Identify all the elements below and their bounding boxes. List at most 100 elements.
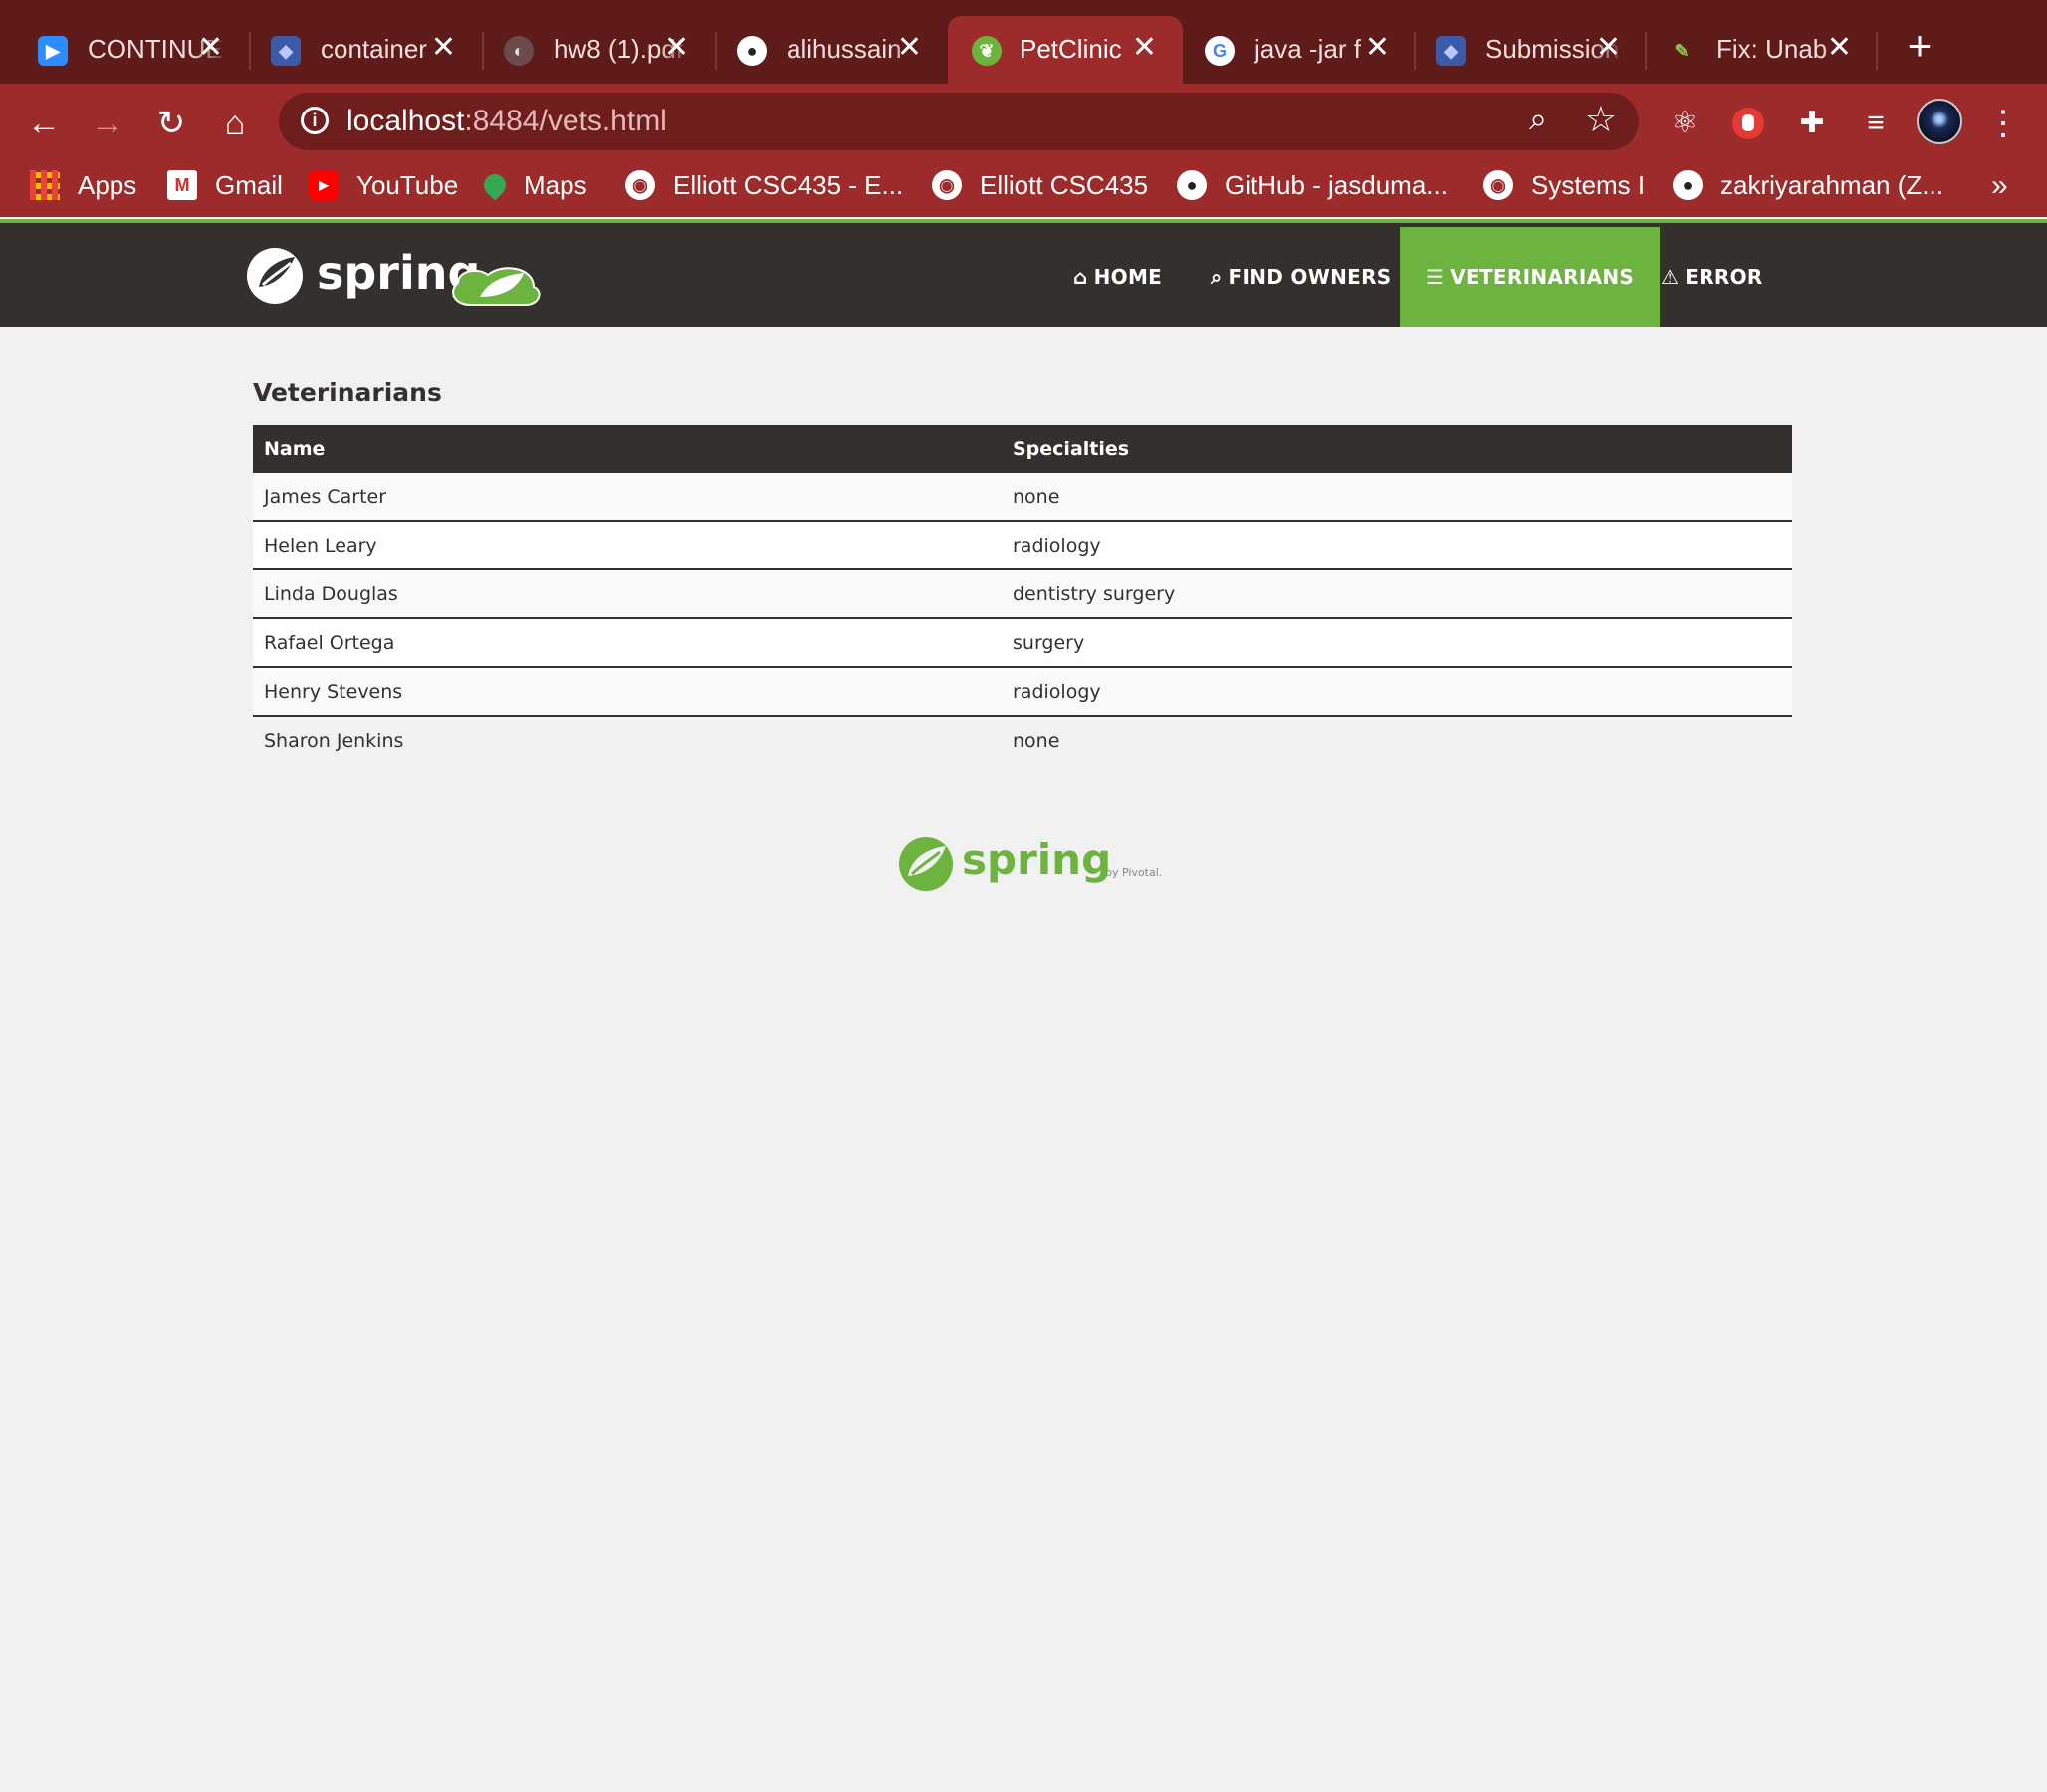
- browser-tab[interactable]: ◐ hw8 (1).pdf ✕: [466, 16, 715, 84]
- github-icon: ●: [737, 36, 767, 66]
- main-content: Veterinarians Name Specialties James Car…: [253, 378, 1792, 764]
- close-icon[interactable]: ✕: [1596, 30, 1621, 65]
- bookmark-label: Apps: [78, 169, 137, 200]
- bookmark-elliott-2[interactable]: ◉ Elliott CSC435: [932, 165, 1148, 205]
- vet-specialties: none: [1013, 729, 1060, 752]
- bookmark-label: Elliott CSC435 - E...: [673, 169, 904, 200]
- nav-error[interactable]: ⚠ ERROR: [1661, 227, 1763, 327]
- nav-label: FIND OWNERS: [1228, 265, 1392, 289]
- info-icon[interactable]: i: [301, 107, 329, 134]
- nav-find-owners[interactable]: ⌕ FIND OWNERS: [1211, 227, 1391, 327]
- apps-grid-icon: [30, 170, 60, 200]
- gmail-icon: M: [167, 170, 197, 200]
- kebab-menu-icon[interactable]: ⋮: [1981, 102, 2025, 145]
- browser-tab[interactable]: ◆ Submission ✕: [1398, 16, 1647, 84]
- vet-name: James Carter: [253, 473, 1002, 522]
- table-row: Henry Stevens radiology: [253, 667, 1792, 717]
- adblock-hand-icon[interactable]: [1726, 102, 1770, 145]
- reload-icon[interactable]: ↻: [149, 102, 193, 145]
- vet-specialties: surgery: [1002, 618, 1792, 668]
- feather-icon: ✎: [1674, 40, 1690, 61]
- new-tab-button[interactable]: +: [1900, 25, 1939, 67]
- home-icon[interactable]: ⌂: [213, 102, 257, 145]
- close-icon[interactable]: ✕: [897, 30, 922, 65]
- globe-icon: ◉: [932, 170, 962, 200]
- bookmark-label: zakriyarahman (Z...: [1720, 169, 1943, 200]
- media-queue-icon[interactable]: ≡: [1854, 102, 1898, 145]
- close-icon[interactable]: ✕: [1365, 30, 1390, 65]
- table-row: Linda Douglas dentistry surgery: [253, 569, 1792, 619]
- browser-tab[interactable]: G java -jar f ✕: [1167, 16, 1416, 84]
- tab-separator: [1876, 32, 1878, 70]
- bookmark-systems[interactable]: ◉ Systems I: [1483, 165, 1645, 205]
- close-icon[interactable]: ✕: [664, 30, 689, 65]
- close-icon[interactable]: ✕: [431, 30, 456, 65]
- bookmark-zakriyarahman[interactable]: ● zakriyarahman (Z...: [1673, 165, 1943, 205]
- vet-specialties: radiology: [1002, 667, 1792, 717]
- table-row: James Carter none: [253, 473, 1792, 522]
- bookmark-maps[interactable]: Maps: [479, 165, 587, 205]
- nav-label: HOME: [1093, 265, 1163, 289]
- vet-name: Henry Stevens: [253, 667, 1002, 717]
- browser-tab-strip: ▶ CONTINUE ✕ ◆ container ✕ ◐ hw8 (1).pdf…: [0, 0, 2047, 84]
- github-icon: ●: [1177, 170, 1207, 200]
- search-icon: ⌕: [1211, 265, 1223, 289]
- bookmark-label: YouTube: [356, 169, 459, 200]
- profile-avatar[interactable]: [1917, 99, 1962, 144]
- browser-tab-active[interactable]: ❦ PetClinic ✕: [948, 16, 1183, 84]
- vet-name: Rafael Ortega: [253, 618, 1002, 668]
- zoom-icon: ▶: [38, 36, 68, 66]
- browser-tab[interactable]: ◆ container ✕: [233, 16, 482, 84]
- address-bar[interactable]: i localhost:8484/vets.html ⌕ ☆: [279, 93, 1639, 150]
- react-atom-icon[interactable]: ⚛: [1663, 102, 1706, 145]
- close-icon[interactable]: ✕: [198, 30, 223, 65]
- bookmark-gmail[interactable]: M Gmail: [167, 165, 283, 205]
- browser-tab[interactable]: ✎ Fix: Unab ✕: [1629, 16, 1878, 84]
- maps-pin-icon: [479, 169, 511, 201]
- bookmark-youtube[interactable]: ▶ YouTube: [309, 165, 458, 205]
- globe-icon: ◐: [504, 36, 534, 66]
- vet-name: Linda Douglas: [253, 569, 1002, 619]
- nav-veterinarians[interactable]: ☰ VETERINARIANS: [1400, 227, 1661, 327]
- bookmark-apps[interactable]: Apps: [30, 165, 136, 205]
- spring-leaf-icon: ❦: [972, 36, 1002, 66]
- url-text[interactable]: localhost:8484/vets.html: [346, 105, 667, 138]
- svg-text:by Pivotal.: by Pivotal.: [1105, 866, 1162, 879]
- forward-arrow-icon[interactable]: →: [86, 102, 129, 145]
- extensions-puzzle-icon[interactable]: ✚: [1790, 102, 1834, 145]
- bookmark-label: Elliott CSC435: [980, 169, 1149, 200]
- column-header-name: Name: [264, 438, 326, 460]
- nav-label: VETERINARIANS: [1450, 265, 1635, 289]
- spring-logo[interactable]: spring: [245, 241, 554, 311]
- bookmark-star-icon[interactable]: ☆: [1585, 99, 1617, 140]
- vet-name: Helen Leary: [253, 521, 1002, 570]
- bookmarks-overflow-button[interactable]: »: [1991, 169, 2008, 203]
- browser-tab[interactable]: ▶ CONTINUE ✕: [0, 16, 249, 84]
- app-navbar: spring ⌂ HOME ⌕ FIND OWNERS ☰ VETERINARI…: [0, 219, 2047, 327]
- bookmarks-bar: Apps M Gmail ▶ YouTube Maps ◉ Elliott CS…: [0, 155, 2047, 217]
- bookmark-label: Gmail: [215, 169, 283, 200]
- spring-footer-logo: spring by Pivotal.: [899, 835, 1162, 891]
- close-icon[interactable]: ✕: [1827, 30, 1852, 65]
- zoom-lens-icon[interactable]: ⌕: [1529, 101, 1547, 138]
- table-row: Sharon Jenkins none: [253, 716, 1792, 764]
- table-row: Rafael Ortega surgery: [253, 618, 1792, 668]
- nav-home[interactable]: ⌂ HOME: [1073, 227, 1162, 327]
- vets-table: Name Specialties James Carter none Helen…: [253, 425, 1792, 764]
- close-icon[interactable]: ✕: [1132, 30, 1157, 65]
- vet-specialties: radiology: [1002, 521, 1792, 570]
- bookmark-label: GitHub - jasduma...: [1225, 169, 1448, 200]
- warning-icon: ⚠: [1661, 265, 1680, 289]
- bookmark-github-jasduma[interactable]: ● GitHub - jasduma...: [1177, 165, 1448, 205]
- browser-tab[interactable]: ● alihussain ✕: [699, 16, 948, 84]
- home-icon: ⌂: [1073, 265, 1088, 289]
- bookmark-label: Systems I: [1531, 169, 1646, 200]
- vet-name: Sharon Jenkins: [264, 729, 404, 752]
- list-icon: ☰: [1426, 265, 1445, 289]
- nav-label: ERROR: [1685, 265, 1763, 289]
- back-arrow-icon[interactable]: ←: [22, 102, 66, 145]
- cube-icon: ◆: [271, 36, 301, 66]
- vet-specialties: none: [1002, 473, 1792, 522]
- bookmark-elliott-1[interactable]: ◉ Elliott CSC435 - E...: [625, 165, 903, 205]
- column-header-specialties: Specialties: [1013, 438, 1130, 460]
